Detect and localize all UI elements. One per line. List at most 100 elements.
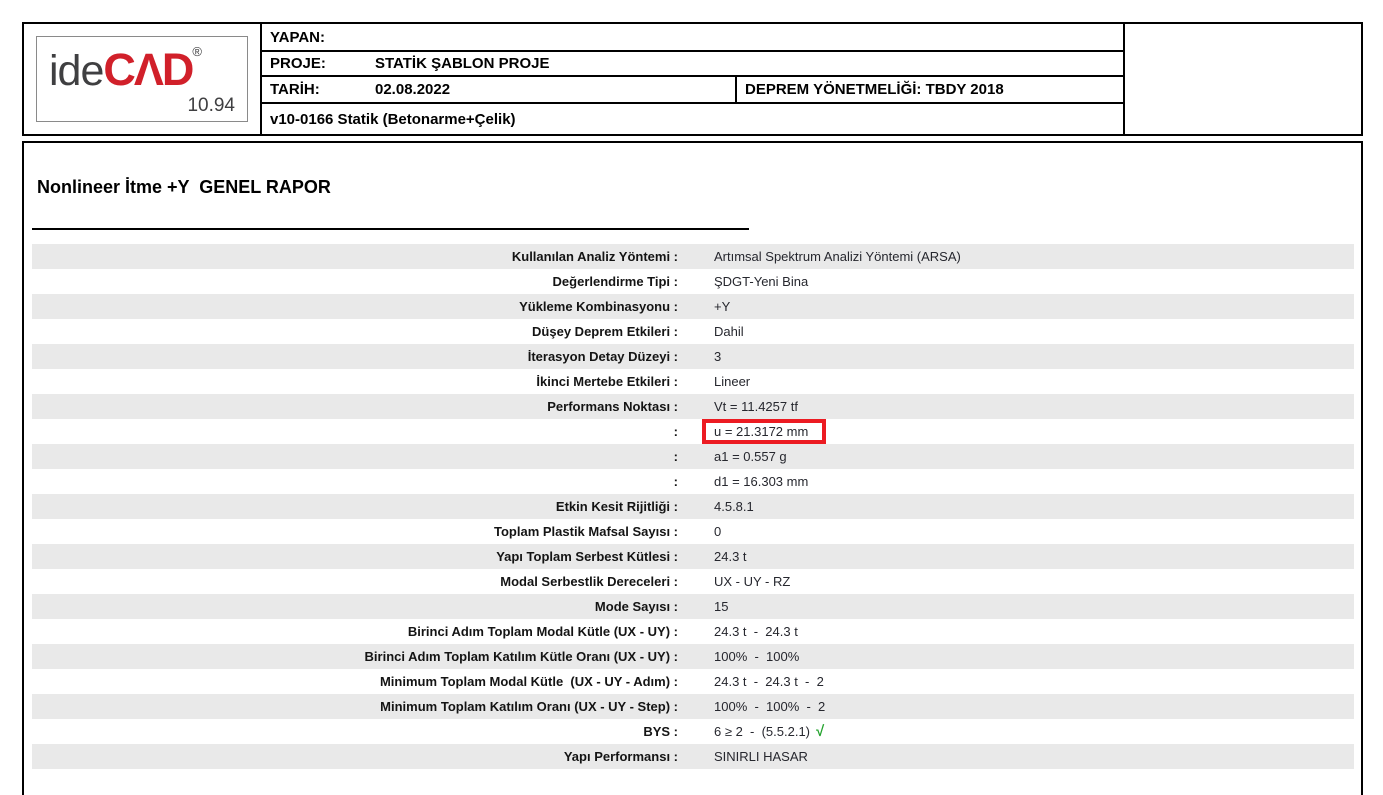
row-value: Artımsal Spektrum Analizi Yöntemi (ARSA) — [714, 249, 961, 264]
row-label: Performans Noktası : — [32, 399, 678, 414]
row-label: İkinci Mertebe Etkileri : — [32, 374, 678, 389]
report-header-table: ideCΛD® 10.94 YAPAN: PROJE: STATİK ŞABLO… — [22, 22, 1363, 136]
table-row: Düşey Deprem Etkileri : Dahil — [32, 319, 1354, 344]
row-value-wrap: Artımsal Spektrum Analizi Yöntemi (ARSA) — [714, 249, 961, 264]
row-label: Yapı Performansı : — [32, 749, 678, 764]
table-row: Modal Serbestlik Dereceleri : UX - UY - … — [32, 569, 1354, 594]
row-value-wrap: ŞDGT-Yeni Bina — [714, 274, 808, 289]
row-label: Toplam Plastik Mafsal Sayısı : — [32, 524, 678, 539]
row-label: Minimum Toplam Katılım Oranı (UX - UY - … — [32, 699, 678, 714]
table-row: Birinci Adım Toplam Katılım Kütle Oranı … — [32, 644, 1354, 669]
row-value-wrap: a1 = 0.557 g — [714, 449, 787, 464]
row-value: 4.5.8.1 — [714, 499, 754, 514]
page-title: Nonlineer İtme +Y GENEL RAPOR — [37, 177, 331, 198]
table-row: Yükleme Kombinasyonu : +Y — [32, 294, 1354, 319]
row-label: Yükleme Kombinasyonu : — [32, 299, 678, 314]
row-value-wrap: 6 ≥ 2 - (5.5.2.1) √ — [714, 723, 824, 740]
row-label: Değerlendirme Tipi : — [32, 274, 678, 289]
proje-label: PROJE: — [270, 55, 375, 72]
table-row: Minimum Toplam Katılım Oranı (UX - UY - … — [32, 694, 1354, 719]
row-value: 24.3 t - 24.3 t - 2 — [714, 674, 824, 689]
table-row: Yapı Performansı : SINIRLI HASAR — [32, 744, 1354, 769]
row-value-wrap: Lineer — [714, 374, 750, 389]
header-info-cell: YAPAN: PROJE: STATİK ŞABLON PROJE TARİH:… — [262, 24, 1125, 134]
row-value: 0 — [714, 524, 721, 539]
row-value: 6 ≥ 2 - (5.5.2.1) — [714, 724, 810, 739]
row-value: Vt = 11.4257 tf — [714, 399, 798, 414]
table-row: : d1 = 16.303 mm — [32, 469, 1354, 494]
row-value: 24.3 t — [714, 549, 747, 564]
row-label: Etkin Kesit Rijitliği : — [32, 499, 678, 514]
row-label: Yapı Toplam Serbest Kütlesi : — [32, 549, 678, 564]
tarih-cell: TARİH: 02.08.2022 — [262, 77, 737, 102]
table-row: İkinci Mertebe Etkileri : Lineer — [32, 369, 1354, 394]
row-label: Birinci Adım Toplam Modal Kütle (UX - UY… — [32, 624, 678, 639]
row-label: Minimum Toplam Modal Kütle (UX - UY - Ad… — [32, 674, 678, 689]
row-value-wrap: Dahil — [714, 324, 744, 339]
table-row: Toplam Plastik Mafsal Sayısı : 0 — [32, 519, 1354, 544]
table-row: Performans Noktası : Vt = 11.4257 tf — [32, 394, 1354, 419]
row-value: ŞDGT-Yeni Bina — [714, 274, 808, 289]
row-value-wrap: 100% - 100% — [714, 649, 799, 664]
row-value-wrap: 15 — [714, 599, 728, 614]
row-value-wrap: Vt = 11.4257 tf — [714, 399, 798, 414]
tarih-label: TARİH: — [270, 81, 375, 98]
header-row-version: v10-0166 Statik (Betonarme+Çelik) — [262, 104, 1123, 134]
row-value: 100% - 100% — [714, 649, 799, 664]
table-row: : u = 21.3172 mm — [32, 419, 1354, 444]
table-row: Yapı Toplam Serbest Kütlesi : 24.3 t — [32, 544, 1354, 569]
logo-cell: ideCΛD® 10.94 — [24, 24, 262, 134]
title-underline — [32, 228, 749, 230]
row-value: d1 = 16.303 mm — [714, 474, 808, 489]
row-value: +Y — [714, 299, 730, 314]
row-value: a1 = 0.557 g — [714, 449, 787, 464]
row-value-wrap: SINIRLI HASAR — [714, 749, 808, 764]
idecad-logo: ideCΛD® 10.94 — [36, 36, 248, 122]
row-value-wrap: u = 21.3172 mm — [714, 419, 826, 444]
logo-version: 10.94 — [49, 95, 235, 117]
checkmark-icon: √ — [816, 723, 824, 740]
row-value-wrap: 3 — [714, 349, 721, 364]
deprem-yonetmeligi-value: DEPREM YÖNETMELİĞİ: TBDY 2018 — [745, 81, 1004, 98]
row-label: : — [32, 474, 678, 489]
yapan-label: YAPAN: — [270, 29, 375, 46]
table-row: Kullanılan Analiz Yöntemi : Artımsal Spe… — [32, 244, 1354, 269]
row-value: Lineer — [714, 374, 750, 389]
proje-value: STATİK ŞABLON PROJE — [375, 55, 549, 72]
table-row: Etkin Kesit Rijitliği : 4.5.8.1 — [32, 494, 1354, 519]
row-value-wrap: 24.3 t — [714, 549, 747, 564]
header-row-tarih: TARİH: 02.08.2022 DEPREM YÖNETMELİĞİ: TB… — [262, 77, 1123, 104]
table-row: İterasyon Detay Düzeyi : 3 — [32, 344, 1354, 369]
row-value: SINIRLI HASAR — [714, 749, 808, 764]
row-value-wrap: 4.5.8.1 — [714, 499, 754, 514]
row-value-wrap: 24.3 t - 24.3 t - 2 — [714, 674, 824, 689]
row-label: Düşey Deprem Etkileri : — [32, 324, 678, 339]
row-value-wrap: UX - UY - RZ — [714, 574, 790, 589]
table-row: Mode Sayısı : 15 — [32, 594, 1354, 619]
row-label: İterasyon Detay Düzeyi : — [32, 349, 678, 364]
header-row-yapan: YAPAN: — [262, 24, 1123, 52]
row-value: Dahil — [714, 324, 744, 339]
logo-brand: CΛD — [103, 44, 192, 95]
report-body: Nonlineer İtme +Y GENEL RAPOR Kullanılan… — [22, 141, 1363, 795]
row-label: BYS : — [32, 724, 678, 739]
row-label: Modal Serbestlik Dereceleri : — [32, 574, 678, 589]
table-row: Değerlendirme Tipi : ŞDGT-Yeni Bina — [32, 269, 1354, 294]
row-value-wrap: d1 = 16.303 mm — [714, 474, 808, 489]
row-label: Mode Sayısı : — [32, 599, 678, 614]
table-row: : a1 = 0.557 g — [32, 444, 1354, 469]
row-value-wrap: 0 — [714, 524, 721, 539]
row-value-wrap: 24.3 t - 24.3 t — [714, 624, 798, 639]
row-label: Birinci Adım Toplam Katılım Kütle Oranı … — [32, 649, 678, 664]
row-value-wrap: +Y — [714, 299, 730, 314]
row-value: 100% - 100% - 2 — [714, 699, 825, 714]
row-label: : — [32, 449, 678, 464]
header-row-proje: PROJE: STATİK ŞABLON PROJE — [262, 52, 1123, 77]
row-value-wrap: 100% - 100% - 2 — [714, 699, 825, 714]
row-label: : — [32, 424, 678, 439]
row-label: Kullanılan Analiz Yöntemi : — [32, 249, 678, 264]
tarih-value: 02.08.2022 — [375, 81, 450, 98]
row-value: u = 21.3172 mm — [702, 419, 826, 444]
header-empty-cell — [1125, 24, 1361, 134]
row-value: 3 — [714, 349, 721, 364]
